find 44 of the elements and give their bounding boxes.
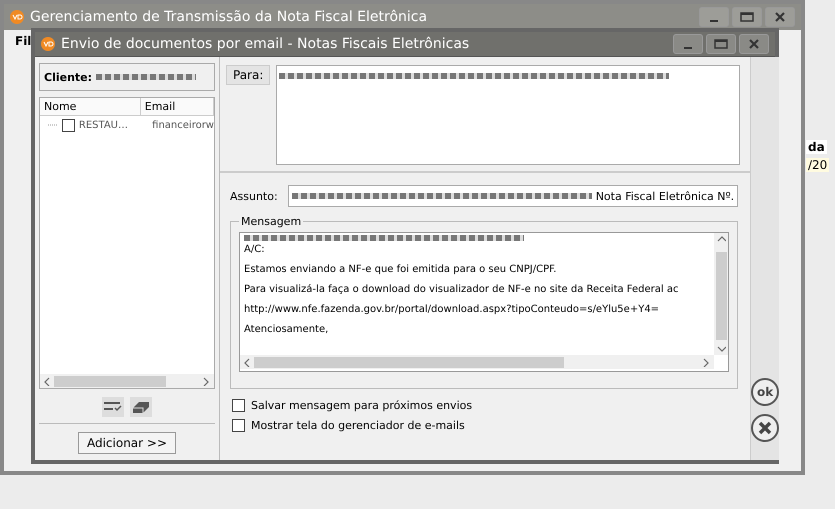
maximize-icon [714,39,728,49]
checkbox[interactable] [232,419,245,432]
subject-field[interactable]: Nota Fiscal Eletrônica Nº. [288,185,738,207]
maximize-icon [740,12,754,22]
horizontal-scrollbar[interactable] [40,374,214,388]
contact-name: RESTAU… [78,120,129,130]
app-logo-icon [41,37,55,51]
column-header: da [806,140,827,154]
subject-label: Assunto: [230,190,278,202]
close-icon [775,12,785,22]
maximize-button[interactable] [706,34,736,54]
window-title: Gerenciamento de Transmissão da Nota Fiscal Eletrônica [30,9,428,25]
minimize-button[interactable] [699,7,729,27]
to-label: Para: [226,65,270,85]
app-logo-icon [10,10,24,24]
tree-connector-line [48,124,58,126]
checklist-icon[interactable] [102,397,124,417]
checkbox[interactable] [62,118,75,132]
message-label: Mensagem [240,215,302,228]
minimize-button[interactable] [673,34,703,54]
minimize-icon [684,47,692,49]
maximize-button[interactable] [732,7,762,27]
column-header: Email [140,98,214,115]
client-label: Cliente: [44,70,92,84]
column-header: Nome [40,98,141,115]
vertical-scrollbar[interactable] [714,233,728,355]
close-icon [758,421,772,435]
close-button[interactable] [765,7,795,27]
checkbox[interactable] [232,399,245,412]
contact-email: financeirorw [152,120,214,130]
message-field[interactable]: A/C: Estamos enviando a NF-e que foi emitida para o seu CNPJ/CPF. Para visualizá-la faça o download do visualizador de NF-e no site da Receita Federal ac http://www.nfe.fazenda.gov.br/portal/download.aspx?tipoConteudo=s/eYlu5e+Y4= Atenciosamente, [239,232,730,372]
group-label: Fil [15,34,32,48]
option-label: Mostrar tela do gerenciador de e-mails [251,419,465,432]
minimize-icon [710,20,718,22]
horizontal-scrollbar[interactable] [240,355,714,369]
table-cell: /20 [806,158,830,172]
option-label: Salvar mensagem para próximos envios [251,399,472,412]
close-button[interactable] [739,34,769,54]
close-icon [749,39,759,49]
window-title: Envio de documentos por email - Notas Fiscais Eletrônicas [61,36,470,52]
ok-button[interactable]: ok [751,378,780,406]
cancel-button[interactable] [751,414,780,442]
eraser-icon[interactable] [130,397,152,417]
add-button[interactable]: Adicionar >> [78,432,176,454]
